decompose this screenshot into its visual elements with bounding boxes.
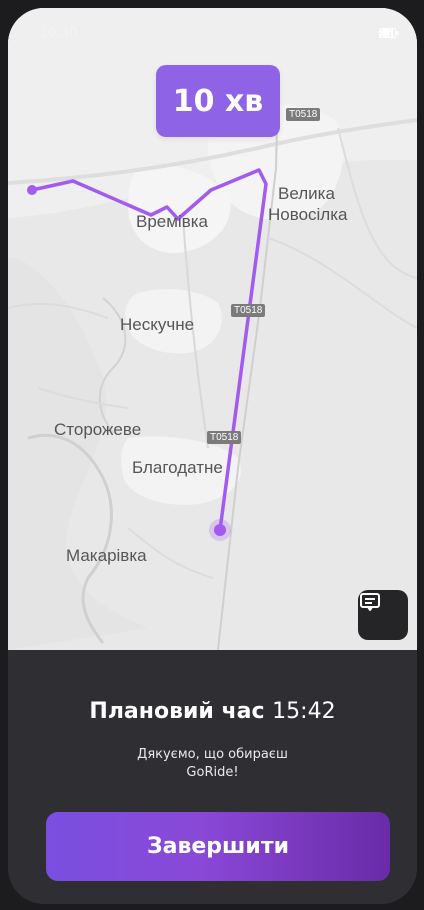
status-time: 10:30 — [40, 26, 78, 41]
place-label: Нескучне — [120, 315, 195, 334]
status-bar: 10:30 — [8, 8, 417, 58]
place-label: Времівка — [136, 212, 209, 231]
finish-button[interactable]: Завершити — [46, 812, 390, 881]
thanks-line-2: GoRide! — [186, 765, 239, 780]
route-start-dot — [27, 185, 37, 195]
route-end-dot — [214, 524, 226, 536]
road-badge: T0518 — [207, 431, 242, 444]
chat-button[interactable] — [358, 590, 408, 640]
road-badge: T0518 — [231, 304, 266, 317]
trip-panel: Плановий час 15:42 Дякуємо, що обираєш G… — [8, 650, 417, 904]
road-badge: T0518 — [286, 108, 321, 121]
place-label: Новосілка — [268, 205, 348, 224]
place-label: Благодатне — [132, 458, 223, 477]
phone-screen: T0518 T0518 T0518 Велика Новосілка Времі… — [8, 8, 417, 904]
planned-time-value: 15:42 — [272, 699, 336, 724]
eta-badge: 10 хв — [156, 65, 280, 137]
planned-time-title: Плановий час 15:42 — [8, 699, 417, 724]
place-label: Макарівка — [66, 546, 147, 565]
planned-time-label: Плановий час — [89, 699, 265, 724]
map-view[interactable]: T0518 T0518 T0518 Велика Новосілка Времі… — [8, 8, 417, 650]
thanks-line-1: Дякуємо, що обираєш — [137, 747, 288, 762]
place-label: Велика — [278, 184, 335, 203]
thanks-text: Дякуємо, що обираєш GoRide! — [8, 746, 417, 782]
place-label: Сторожеве — [54, 420, 142, 439]
